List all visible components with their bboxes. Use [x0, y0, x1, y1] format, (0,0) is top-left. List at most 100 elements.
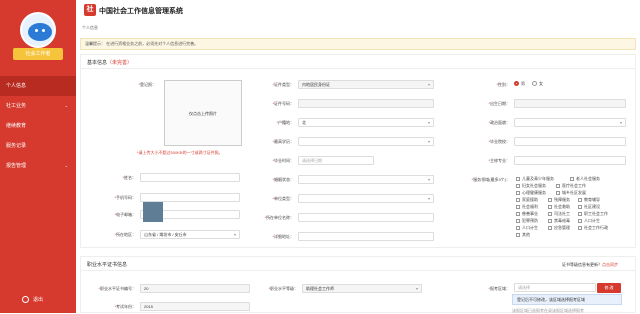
chevron-down-icon: ⌄	[64, 163, 68, 168]
grad-time-picker[interactable]: 请选择日期	[298, 156, 374, 165]
politics-label-text: 政治面貌：	[490, 120, 510, 125]
panel-title-text: 基本信息	[87, 60, 108, 66]
name-label: *姓名：	[122, 175, 136, 180]
hukou-label: *户籍地：	[276, 120, 294, 125]
service-option-label: 慈善事业	[522, 211, 538, 216]
region-label-text: 所在地区：	[116, 232, 136, 237]
service-option-label: 司法社工	[554, 211, 570, 216]
service-option[interactable]: 职工社会工作	[578, 211, 608, 217]
service-option[interactable]: 应急管理	[548, 225, 570, 231]
service-option-label: 犯罪预防	[522, 218, 538, 223]
cert-no-label: *证件号码：	[272, 101, 294, 106]
level-label-text: 职业水平等级：	[270, 286, 298, 291]
service-option[interactable]: 儿童及青少年服务	[516, 176, 554, 182]
school-field[interactable]	[514, 137, 626, 146]
service-option[interactable]: 禁毒戒毒	[548, 218, 570, 224]
grad-time-label-text: 毕业时间：	[274, 158, 294, 163]
cert-number-label: *职业水平证书编号：	[98, 286, 136, 291]
gender-male-radio[interactable]: 男	[514, 81, 525, 87]
service-option[interactable]: 社会工作行政	[578, 225, 608, 231]
unit-name-label: *所在单位名称：	[264, 215, 294, 220]
cert-number-field[interactable]: 20	[140, 284, 250, 293]
sidebar: 社会工作者 个人信息 社工业务 ⌄ 继续教育 服务记录 报告管理 ⌄ 退出	[0, 0, 76, 313]
politics-select[interactable]	[514, 118, 626, 127]
cert-type-select[interactable]: 内地居民身份证	[298, 80, 434, 89]
service-option-label: 医疗社会工作	[562, 183, 586, 188]
sync-link[interactable]: 点击同步	[602, 262, 618, 267]
cert-number-label-text: 职业水平证书编号：	[100, 286, 136, 291]
app-title: 中国社会工作信息管理系统	[99, 8, 183, 15]
edu-select[interactable]	[298, 137, 434, 146]
grad-time-label: *毕业时间：	[272, 158, 294, 163]
service-option[interactable]: 老人社会服务	[570, 176, 600, 182]
service-option-label: 老人社会服务	[576, 176, 600, 181]
reg-region-field[interactable]: 请选择	[514, 283, 596, 292]
marital-select[interactable]	[298, 175, 434, 184]
logout-button[interactable]: 退出	[22, 296, 43, 304]
level-select[interactable]: 助理社会工作师	[302, 284, 422, 293]
service-option-label: 应急管理	[554, 225, 570, 230]
service-option[interactable]: 人口计生	[516, 225, 538, 231]
politics-label: *政治面貌：	[488, 120, 510, 125]
sidebar-item-service-records[interactable]: 服务记录	[0, 136, 76, 156]
service-option[interactable]: 慈善事业	[516, 211, 538, 217]
sidebar-item-personal-info[interactable]: 个人信息	[0, 76, 76, 96]
region-label: *所在地区：	[114, 232, 136, 237]
sidebar-item-social-work[interactable]: 社工业务 ⌄	[0, 96, 76, 116]
hukou-select[interactable]: 北	[298, 118, 434, 127]
hukou-label-text: 户籍地：	[278, 120, 294, 125]
birth-label: *出生日期：	[488, 101, 510, 106]
panel-title: 职业水平证书信息	[87, 262, 128, 268]
service-option[interactable]: 妇女社会服务	[516, 183, 546, 189]
exam-year-field[interactable]: 2015	[140, 302, 250, 311]
service-option-label: 禁毒戒毒	[554, 218, 570, 223]
breadcrumb: 个人信息	[82, 25, 98, 30]
service-option[interactable]: 社区建设	[578, 204, 600, 210]
sidebar-item-education[interactable]: 继续教育	[0, 116, 76, 136]
sidebar-item-label: 报告管理	[6, 163, 27, 169]
photo-upload[interactable]: 仅点击上传照片	[164, 80, 242, 146]
address-label-text: 详细地址：	[274, 234, 294, 239]
service-option[interactable]: 残障服务	[548, 197, 570, 203]
service-option[interactable]: 司法社工	[548, 211, 570, 217]
service-option[interactable]: 医疗社会工作	[556, 183, 586, 189]
edit-button[interactable]: 修 改	[597, 283, 621, 293]
sidebar-item-reports[interactable]: 报告管理 ⌄	[0, 156, 76, 176]
service-option[interactable]: 犯罪预防	[516, 218, 538, 224]
sidebar-item-label: 个人信息	[6, 83, 27, 89]
degree-label-text: 毕业院校：	[490, 139, 510, 144]
role-badge: 社会工作者	[13, 48, 63, 60]
service-option[interactable]: 社会福利	[516, 204, 538, 210]
unit-type-label: *单位类型：	[272, 196, 294, 201]
gender-female-radio[interactable]: 女	[532, 81, 543, 87]
region-select[interactable]: 山东省 / 潍坊市 / 安丘市	[140, 230, 240, 239]
cert-no-label-text: 证件号码：	[274, 101, 294, 106]
service-option[interactable]: 城乡社区发展	[556, 190, 586, 196]
service-option[interactable]: 心理健康服务	[516, 190, 546, 196]
power-icon	[22, 296, 29, 304]
service-option[interactable]: 人口计生	[578, 218, 600, 224]
panel-title: 基本信息（未完善）	[87, 59, 132, 66]
service-option[interactable]: 教育辅导	[578, 197, 600, 203]
tooltip: 登记后不可修改，该区域选择报考区域	[512, 294, 622, 305]
unit-type-select[interactable]	[298, 194, 434, 203]
service-option[interactable]: 社会救助	[548, 204, 570, 210]
service-option-label: 人口计生	[522, 225, 538, 230]
address-label: *详细地址：	[272, 234, 294, 239]
service-option-label: 职工社会工作	[584, 211, 608, 216]
phone-field[interactable]	[140, 193, 240, 202]
photo-label: *登记照：	[138, 82, 156, 87]
unit-name-field[interactable]	[298, 213, 434, 222]
service-option-label: 家庭援助	[522, 197, 538, 202]
cert-no-field[interactable]	[298, 99, 434, 108]
address-field[interactable]	[298, 232, 434, 241]
footer-note: 该报区域已选报考在录该报区域选择报考	[512, 308, 584, 313]
major-field[interactable]	[514, 156, 626, 165]
birth-field[interactable]	[514, 99, 626, 108]
service-option[interactable]: 家庭援助	[516, 197, 538, 203]
name-field[interactable]	[140, 173, 240, 182]
gender-label-text: 性别：	[498, 82, 510, 87]
level-label: *职业水平等级：	[268, 286, 298, 291]
email-label: *电子邮箱：	[114, 212, 136, 217]
service-option[interactable]: 其他	[516, 232, 530, 238]
